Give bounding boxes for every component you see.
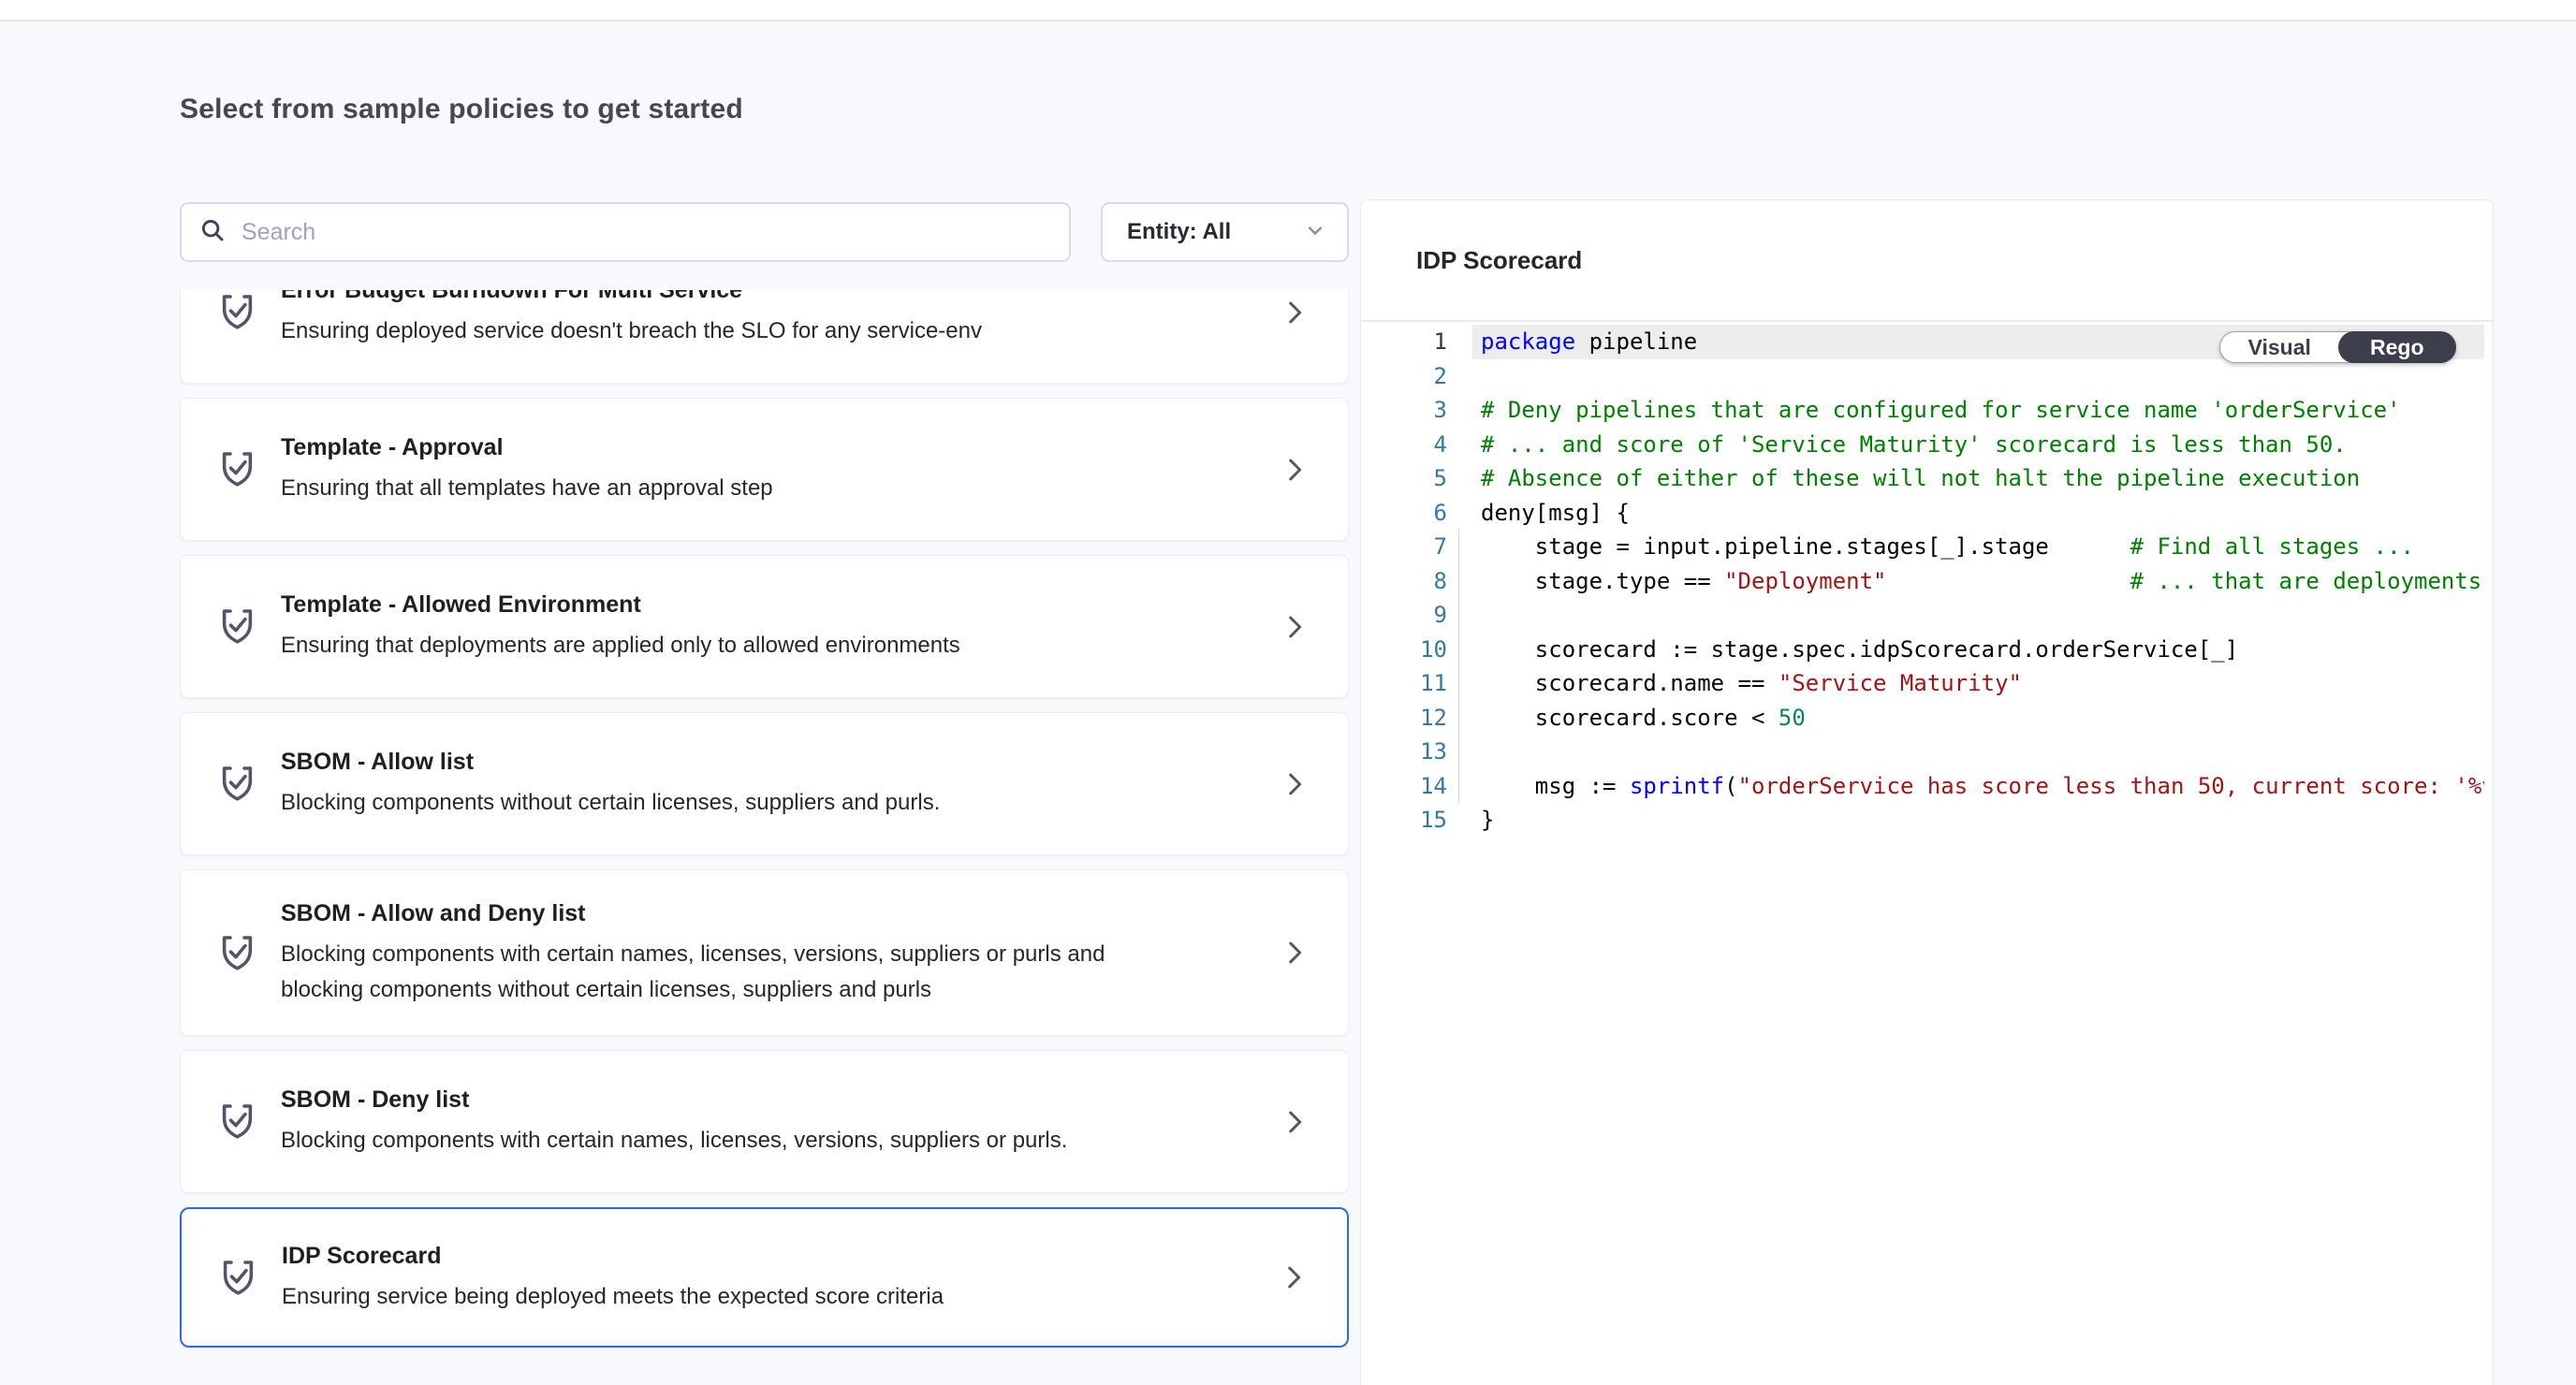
policy-shield-check-icon bbox=[216, 1101, 281, 1143]
policy-title: IDP Scorecard bbox=[282, 1241, 1276, 1271]
code-editor[interactable]: 1 package pipeline 2 3 # Deny pipelines … bbox=[1361, 322, 2484, 838]
chevron-right-icon[interactable] bbox=[1277, 768, 1310, 800]
chevron-right-icon[interactable] bbox=[1277, 1106, 1310, 1138]
policy-description: Blocking components with certain names, … bbox=[281, 1123, 1123, 1159]
code-line: 2 bbox=[1361, 359, 2484, 394]
policy-title: SBOM - Allow and Deny list bbox=[281, 898, 1277, 928]
view-toggle[interactable]: Visual Rego bbox=[2219, 331, 2456, 363]
toggle-rego-button[interactable]: Rego bbox=[2338, 331, 2457, 363]
line-number: 7 bbox=[1361, 530, 1447, 564]
line-number: 3 bbox=[1361, 393, 1447, 428]
code-text: scorecard := stage.spec.idpScorecard.ord… bbox=[1447, 633, 2238, 667]
search-input[interactable] bbox=[242, 219, 1052, 246]
code-line: 12 scorecard.score < 50 bbox=[1361, 701, 2484, 736]
line-number: 12 bbox=[1361, 701, 1447, 736]
policy-card[interactable]: Error Budget Burndown For Multi Service … bbox=[180, 290, 1349, 384]
policy-description: Ensuring that all templates have an appr… bbox=[281, 471, 1123, 506]
code-line: 13 bbox=[1361, 735, 2484, 769]
chevron-down-icon bbox=[1302, 217, 1328, 248]
line-number: 4 bbox=[1361, 428, 1447, 462]
code-text: stage.type == "Deployment" # ... that ar… bbox=[1447, 564, 2481, 599]
page-title: Select from sample policies to get start… bbox=[180, 94, 743, 125]
policy-card[interactable]: Template - Allowed Environment Ensuring … bbox=[180, 555, 1349, 698]
policy-description: Ensuring deployed service doesn't breach… bbox=[281, 313, 1123, 349]
chevron-right-icon[interactable] bbox=[1277, 297, 1310, 328]
code-text: # Absence of either of these will not ha… bbox=[1447, 461, 2360, 496]
chevron-right-icon[interactable] bbox=[1277, 937, 1310, 969]
code-line: 9 bbox=[1361, 598, 2484, 633]
code-line: 5 # Absence of either of these will not … bbox=[1361, 461, 2484, 496]
code-text: package pipeline bbox=[1447, 325, 1697, 359]
code-line: 11 scorecard.name == "Service Maturity" bbox=[1361, 666, 2484, 701]
policy-description: Blocking components with certain names, … bbox=[281, 937, 1123, 1008]
policy-detail-panel: IDP Scorecard Visual Rego 1 package pipe… bbox=[1360, 199, 2494, 1385]
line-number: 15 bbox=[1361, 803, 1447, 838]
code-line: 7 stage = input.pipeline.stages[_].stage… bbox=[1361, 530, 2484, 564]
code-text: } bbox=[1447, 803, 1494, 838]
entity-filter-label: Entity: All bbox=[1127, 219, 1302, 245]
policy-shield-check-icon bbox=[216, 605, 281, 648]
line-number: 6 bbox=[1361, 496, 1447, 531]
policy-card[interactable]: Template - Approval Ensuring that all te… bbox=[180, 398, 1349, 541]
line-number: 8 bbox=[1361, 564, 1447, 599]
search-icon bbox=[198, 216, 227, 249]
line-number: 5 bbox=[1361, 461, 1447, 496]
code-text: # Deny pipelines that are configured for… bbox=[1447, 393, 2401, 428]
policy-card[interactable]: SBOM - Deny list Blocking components wit… bbox=[180, 1050, 1349, 1193]
top-bar bbox=[0, 0, 2576, 22]
code-text: stage = input.pipeline.stages[_].stage #… bbox=[1447, 530, 2414, 564]
code-text bbox=[1447, 735, 1481, 769]
code-line: 6 deny[msg] { bbox=[1361, 496, 2484, 531]
line-number: 13 bbox=[1361, 735, 1447, 769]
policy-title: SBOM - Deny list bbox=[281, 1085, 1277, 1115]
code-text: scorecard.name == "Service Maturity" bbox=[1447, 666, 2022, 701]
policy-shield-check-icon bbox=[216, 763, 281, 805]
line-number: 2 bbox=[1361, 359, 1447, 394]
line-number: 10 bbox=[1361, 633, 1447, 667]
policy-title: Error Budget Burndown For Multi Service bbox=[281, 290, 1277, 305]
policy-shield-check-icon bbox=[217, 1257, 282, 1299]
policy-title: Template - Approval bbox=[281, 432, 1277, 462]
policy-card[interactable]: SBOM - Allow and Deny list Blocking comp… bbox=[180, 869, 1349, 1036]
code-text: # ... and score of 'Service Maturity' sc… bbox=[1447, 428, 2347, 462]
code-line: 15 } bbox=[1361, 803, 2484, 838]
policy-description: Ensuring service being deployed meets th… bbox=[282, 1279, 1124, 1315]
toggle-visual-button[interactable]: Visual bbox=[2220, 332, 2339, 362]
chevron-right-icon[interactable] bbox=[1276, 1261, 1310, 1293]
code-line: 4 # ... and score of 'Service Maturity' … bbox=[1361, 428, 2484, 462]
code-line: 14 msg := sprintf("orderService has scor… bbox=[1361, 769, 2484, 804]
policy-card[interactable]: IDP Scorecard Ensuring service being dep… bbox=[180, 1207, 1349, 1348]
policy-title: SBOM - Allow list bbox=[281, 747, 1277, 777]
panel-header: IDP Scorecard bbox=[1361, 200, 2493, 322]
policy-shield-check-icon bbox=[216, 932, 281, 974]
policy-card[interactable]: SBOM - Allow list Blocking components wi… bbox=[180, 712, 1349, 855]
line-number: 14 bbox=[1361, 769, 1447, 804]
code-text bbox=[1447, 359, 1481, 394]
panel-title: IDP Scorecard bbox=[1416, 246, 1582, 275]
code-text: scorecard.score < 50 bbox=[1447, 701, 1806, 736]
line-number: 1 bbox=[1361, 325, 1447, 359]
entity-filter-dropdown[interactable]: Entity: All bbox=[1101, 202, 1349, 262]
policy-description: Ensuring that deployments are applied on… bbox=[281, 628, 1123, 663]
policy-list: Error Budget Burndown For Multi Service … bbox=[180, 290, 1349, 1385]
chevron-right-icon[interactable] bbox=[1277, 454, 1310, 486]
policy-shield-check-icon bbox=[216, 291, 281, 333]
policy-title: Template - Allowed Environment bbox=[281, 590, 1277, 620]
code-text: deny[msg] { bbox=[1447, 496, 1630, 531]
code-line: 3 # Deny pipelines that are configured f… bbox=[1361, 393, 2484, 428]
line-number: 11 bbox=[1361, 666, 1447, 701]
chevron-right-icon[interactable] bbox=[1277, 611, 1310, 643]
search-box[interactable] bbox=[180, 202, 1071, 262]
line-number: 9 bbox=[1361, 598, 1447, 633]
code-text bbox=[1447, 598, 1481, 633]
code-line: 10 scorecard := stage.spec.idpScorecard.… bbox=[1361, 633, 2484, 667]
policy-shield-check-icon bbox=[216, 448, 281, 490]
policy-description: Blocking components without certain lice… bbox=[281, 785, 1123, 821]
code-text: msg := sprintf("orderService has score l… bbox=[1447, 769, 2484, 804]
code-line: 8 stage.type == "Deployment" # ... that … bbox=[1361, 564, 2484, 599]
